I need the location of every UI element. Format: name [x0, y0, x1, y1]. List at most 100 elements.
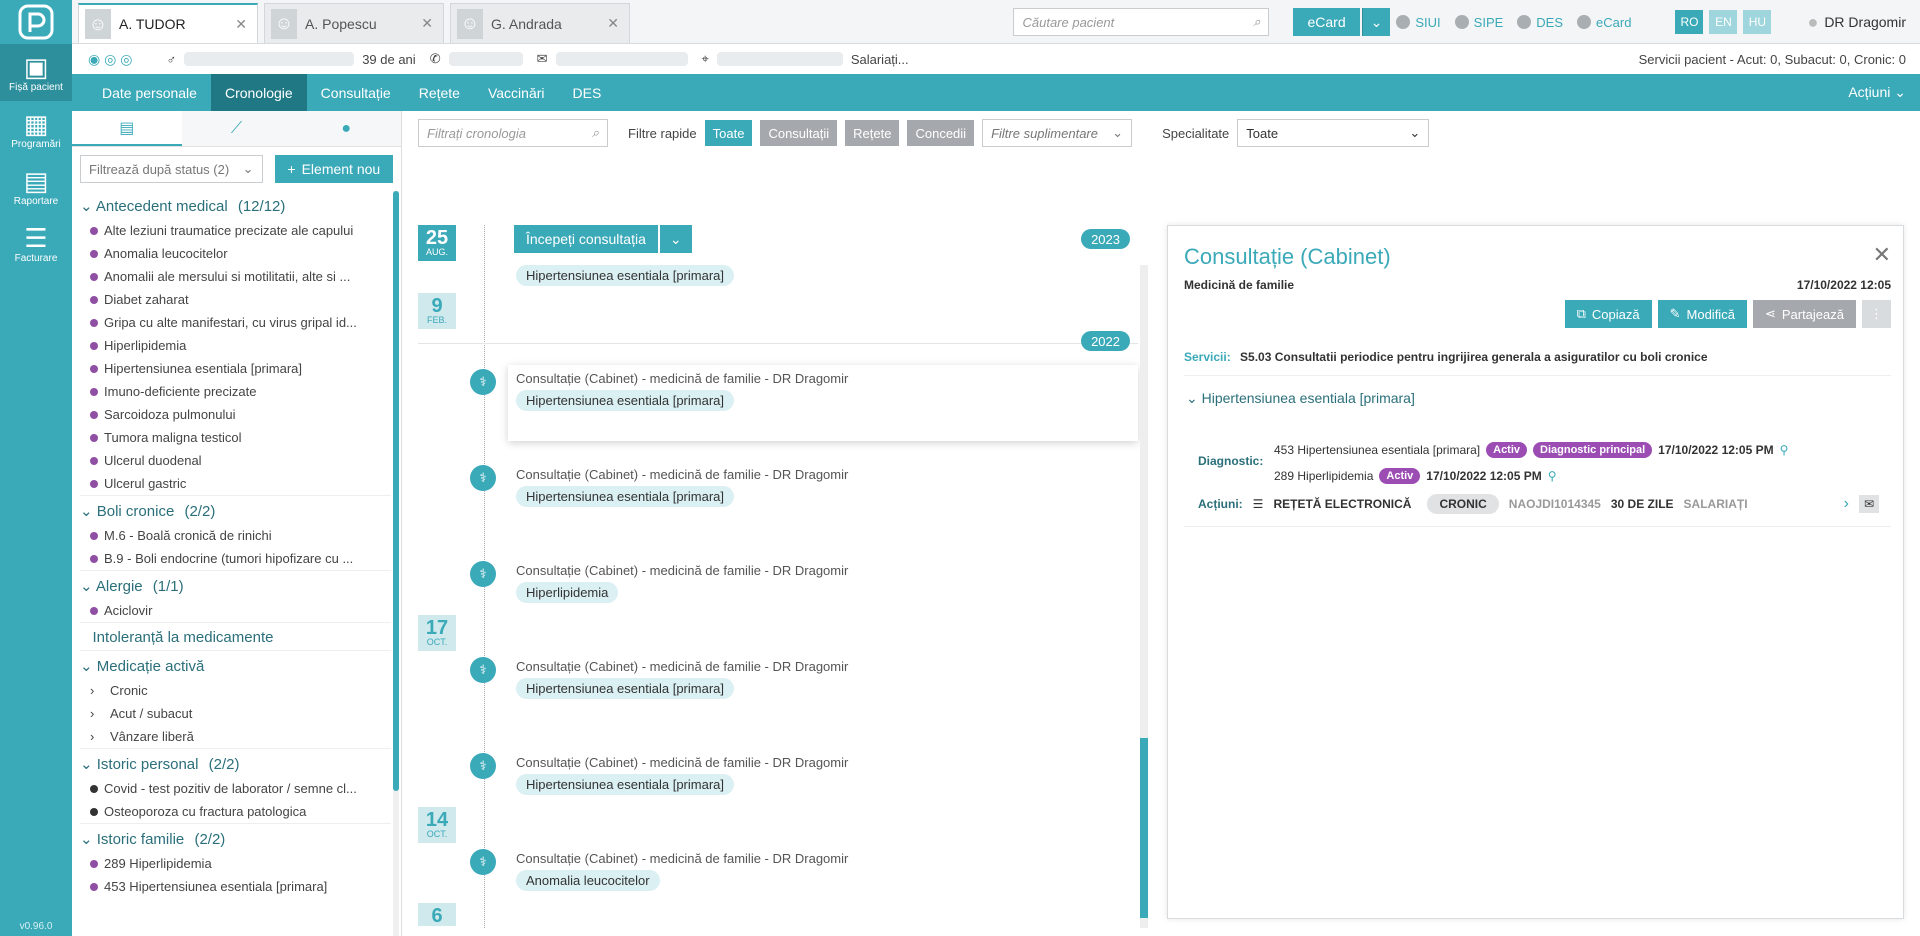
date-marker: 9 FEB.	[418, 293, 456, 329]
avatar-icon: ●	[1807, 11, 1819, 32]
timeline-entry[interactable]: Consultație (Cabinet) - medicină de fami…	[508, 557, 1138, 603]
list-item[interactable]: Aciclovir	[80, 599, 391, 622]
tab-documents[interactable]: ▤	[72, 111, 182, 146]
list-item[interactable]: M.6 - Boală cronică de rinichi	[80, 524, 391, 547]
new-element-button[interactable]: + Element nou	[274, 155, 393, 183]
rail-item-appointments[interactable]: ▦ Programări	[0, 101, 72, 158]
ecard-button[interactable]: eCard	[1293, 8, 1360, 36]
lang-en[interactable]: EN	[1709, 10, 1738, 34]
more-button[interactable]: ⋮	[1862, 300, 1891, 328]
timeline-entry[interactable]: Consultație (Cabinet) - medicină de fami…	[508, 749, 1138, 795]
list-item[interactable]: Alte leziuni traumatice precizate ale ca…	[80, 219, 391, 242]
patient-search-input[interactable]: Căutare pacient ⌕	[1013, 8, 1270, 36]
list-item[interactable]: B.9 - Boli endocrine (tumori hipofizare …	[80, 547, 391, 570]
chip-all[interactable]: Toate	[704, 120, 753, 146]
diagnosis-section-header[interactable]: ⌄ Hipertensiunea esentiala [primara]	[1186, 390, 1415, 407]
start-consultation: Începeți consultația ⌄	[514, 225, 692, 253]
pencil-icon: ✎	[1669, 306, 1681, 321]
extra-filters-select[interactable]: Filtre suplimentare ⌄	[982, 119, 1133, 147]
specialty-select[interactable]: Toate ⌄	[1237, 119, 1430, 147]
timeline: 25 AUG. Începeți consultația ⌄ 2023 9 FEB.…	[418, 225, 1148, 928]
tab-prescriptions[interactable]: Rețete	[405, 74, 474, 111]
chevron-down-icon: ⌄	[80, 831, 97, 848]
list-item[interactable]: Imuno-deficiente precizate	[80, 380, 391, 403]
section-header[interactable]: Intoleranță la medicamente	[80, 622, 391, 650]
date-marker: 25 AUG.	[418, 225, 456, 261]
list-item[interactable]: Hiperlipidemia	[80, 334, 391, 357]
list-item[interactable]: 453 Hipertensiunea esentiala [primara]	[80, 875, 391, 898]
year-marker: 2022	[1081, 331, 1130, 351]
tab-trends[interactable]: ⟋	[181, 111, 292, 146]
tab-personal-data[interactable]: Date personale	[88, 74, 211, 111]
unlink-icon[interactable]: ⚲	[1548, 469, 1557, 483]
tab-alerts[interactable]: ●	[291, 111, 402, 146]
user-menu[interactable]: ● DR Dragomir	[1807, 12, 1906, 33]
section-header[interactable]: ⌄ Alergie (1/1)	[80, 570, 391, 599]
chip-prescriptions[interactable]: Rețete	[845, 120, 900, 146]
medication-group[interactable]: › Vânzare liberă	[80, 725, 391, 748]
copy-icon: ⧉	[1576, 306, 1586, 321]
list-item[interactable]: Sarcoidoza pulmonului	[80, 403, 391, 426]
list-item[interactable]: Anomalii ale mersului si motilitatii, al…	[80, 265, 391, 288]
actions-menu[interactable]: Acțiuni ⌄	[1848, 84, 1920, 101]
list-item[interactable]: Diabet zaharat	[80, 288, 391, 311]
rail-item-billing[interactable]: ☰ Facturare	[0, 215, 72, 272]
unlink-icon[interactable]: ⚲	[1780, 443, 1789, 457]
list-item[interactable]: Ulcerul gastric	[80, 472, 391, 495]
filter-bar: Filtrați cronologia ⌕ Filtre rapide Toate…	[402, 111, 1912, 155]
rail-item-patient[interactable]: ▣ Fișă pacient	[0, 44, 72, 101]
chevron-down-icon: ⌄	[1186, 390, 1198, 406]
tab-chronology[interactable]: Cronologie	[210, 74, 307, 111]
timeline-entry[interactable]: Consultație (Cabinet) - medicină de fami…	[508, 845, 1138, 891]
section-header[interactable]: ⌄ Medicație activă	[80, 650, 391, 679]
list-item[interactable]: Covid - test pozitiv de laborator / semn…	[80, 777, 391, 800]
patient-tab-tudor[interactable]: ☺ A. TUDOR ✕	[78, 3, 258, 43]
share-button[interactable]: ⋖ Partajează	[1752, 300, 1856, 328]
lang-hu[interactable]: HU	[1743, 10, 1772, 34]
search-icon: ⌕	[591, 125, 599, 140]
medication-group[interactable]: › Cronic	[80, 679, 391, 702]
timeline-entry[interactable]: Consultație (Cabinet) - medicină de fami…	[508, 461, 1138, 507]
chevron-right-icon[interactable]: ›	[1844, 495, 1849, 513]
section-header[interactable]: ⌄ Istoric personal (2/2)	[80, 748, 391, 777]
lang-ro[interactable]: RO	[1675, 10, 1704, 34]
list-item[interactable]: Hipertensiunea esentiala [primara]	[80, 357, 391, 380]
scrollbar[interactable]	[1140, 265, 1148, 928]
stethoscope-icon: ⚕	[470, 753, 496, 779]
tab-vaccinations[interactable]: Vaccinări	[474, 74, 559, 111]
list-item[interactable]: 289 Hiperlipidemia	[80, 852, 391, 875]
close-icon[interactable]: ✕	[235, 16, 247, 33]
timeline-entry[interactable]: Consultație (Cabinet) - medicină de fami…	[508, 365, 1138, 441]
chip-leaves[interactable]: Concedii	[907, 120, 975, 146]
app-logo[interactable]	[0, 0, 72, 44]
status-filter[interactable]: Filtrează după status (2) ⌄	[80, 155, 263, 183]
start-consultation-dropdown[interactable]: ⌄	[659, 225, 692, 253]
patient-tab-andrada[interactable]: ☺ G. Andrada ✕	[450, 3, 630, 43]
list-item[interactable]: Gripa cu alte manifestari, cu virus grip…	[80, 311, 391, 334]
edit-button[interactable]: ✎ Modifică	[1657, 300, 1747, 328]
patient-tab-popescu[interactable]: ☺ A. Popescu ✕	[264, 3, 444, 43]
close-icon[interactable]: ✕	[421, 15, 433, 32]
list-item[interactable]: Anomalia leucocitelor	[80, 242, 391, 265]
tab-des[interactable]: DES	[559, 74, 616, 111]
timeline-entry[interactable]: Hipertensiunea esentiala [primara]	[508, 265, 1138, 286]
list-item[interactable]: Ulcerul duodenal	[80, 449, 391, 472]
list-item[interactable]: Tumora maligna testicol	[80, 426, 391, 449]
close-icon[interactable]: ✕	[607, 15, 619, 32]
close-icon[interactable]: ✕	[1873, 242, 1891, 268]
chronology-filter-input[interactable]: Filtrați cronologia ⌕	[418, 119, 608, 147]
chip-consultations[interactable]: Consultații	[760, 120, 838, 146]
ecard-dropdown[interactable]: ⌄	[1361, 8, 1391, 36]
medication-group[interactable]: › Acut / subacut	[80, 702, 391, 725]
scrollbar[interactable]	[393, 191, 399, 936]
timeline-entry[interactable]: Consultație (Cabinet) - medicină de fami…	[508, 653, 1138, 699]
list-item[interactable]: Osteoporoza cu fractura patologica	[80, 800, 391, 823]
rail-item-reports[interactable]: ▤ Raportare	[0, 158, 72, 215]
copy-button[interactable]: ⧉ Copiază	[1564, 300, 1652, 328]
section-header[interactable]: ⌄ Boli cronice (2/2)	[80, 495, 391, 524]
section-header[interactable]: ⌄ Antecedent medical (12/12)	[80, 191, 391, 219]
section-header[interactable]: ⌄ Istoric familie (2/2)	[80, 823, 391, 852]
tab-consultation[interactable]: Consultație	[307, 74, 405, 111]
mail-icon[interactable]: ✉	[1858, 495, 1879, 513]
start-consultation-button[interactable]: Începeți consultația	[514, 225, 658, 253]
